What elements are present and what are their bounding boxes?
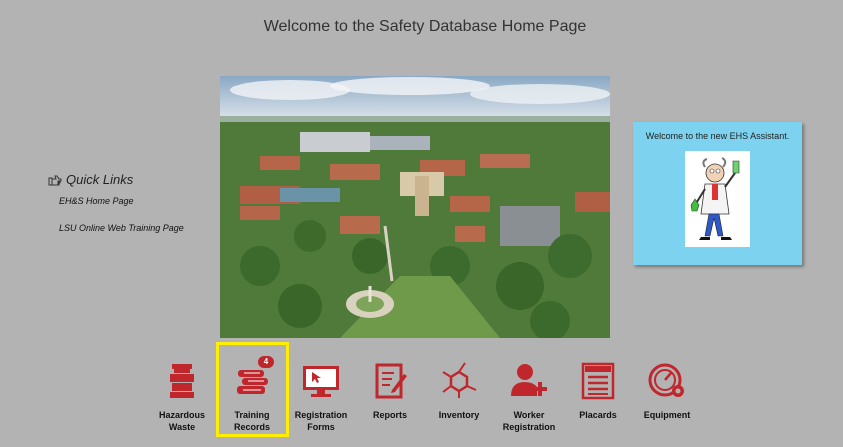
- ehs-assistant-panel[interactable]: Welcome to the new EHS Assistant.: [633, 122, 802, 265]
- nav-training-records[interactable]: Training Records: [217, 360, 287, 433]
- nav-label-inventory: Inventory: [438, 410, 480, 420]
- add-user-icon: [511, 364, 547, 396]
- quick-links-heading-text: Quick Links: [66, 172, 134, 187]
- molecule-icon: [442, 362, 477, 398]
- nav-label-placards: Placards: [579, 410, 617, 420]
- nav-label-equipment: Equipment: [643, 410, 691, 420]
- monitor-cursor-icon: [303, 366, 339, 397]
- nav-registration-forms[interactable]: Registration Forms: [286, 360, 356, 433]
- nav-reports[interactable]: Reports: [355, 360, 425, 421]
- nav-hazardous-waste[interactable]: Hazardous Waste: [147, 360, 217, 433]
- assistant-welcome-text: Welcome to the new EHS Assistant.: [645, 131, 790, 141]
- nav-label-registration-forms: Registration Forms: [294, 410, 348, 432]
- nav-label-training-records: Training Records: [233, 410, 270, 432]
- scientist-illustration: [685, 151, 750, 247]
- nav-equipment[interactable]: Equipment: [632, 360, 702, 421]
- nav-placards[interactable]: Placards: [563, 360, 633, 421]
- nav-label-worker-registration: Worker Registration: [502, 410, 556, 432]
- pointing-hand-icon: [48, 175, 62, 185]
- nav-label-reports: Reports: [372, 410, 407, 420]
- waste-barrel-icon: [170, 364, 194, 398]
- gauge-gear-icon: [648, 363, 684, 397]
- report-pen-icon: [375, 363, 407, 399]
- link-lsu-online-web-training[interactable]: LSU Online Web Training Page: [59, 223, 218, 233]
- books-icon: [237, 370, 268, 394]
- campus-aerial-photo: [220, 76, 610, 338]
- quick-links-heading: Quick Links: [48, 172, 218, 187]
- link-ehs-home-page[interactable]: EH&S Home Page: [59, 196, 218, 206]
- caution-placard-icon: [581, 362, 615, 400]
- nav-inventory[interactable]: Inventory: [424, 360, 494, 421]
- nav-label-hazardous-waste: Hazardous Waste: [158, 410, 205, 432]
- quick-links: Quick Links EH&S Home Page LSU Online We…: [48, 172, 218, 233]
- page-title: Welcome to the Safety Database Home Page: [263, 18, 587, 35]
- nav-worker-registration[interactable]: Worker Registration: [494, 360, 564, 433]
